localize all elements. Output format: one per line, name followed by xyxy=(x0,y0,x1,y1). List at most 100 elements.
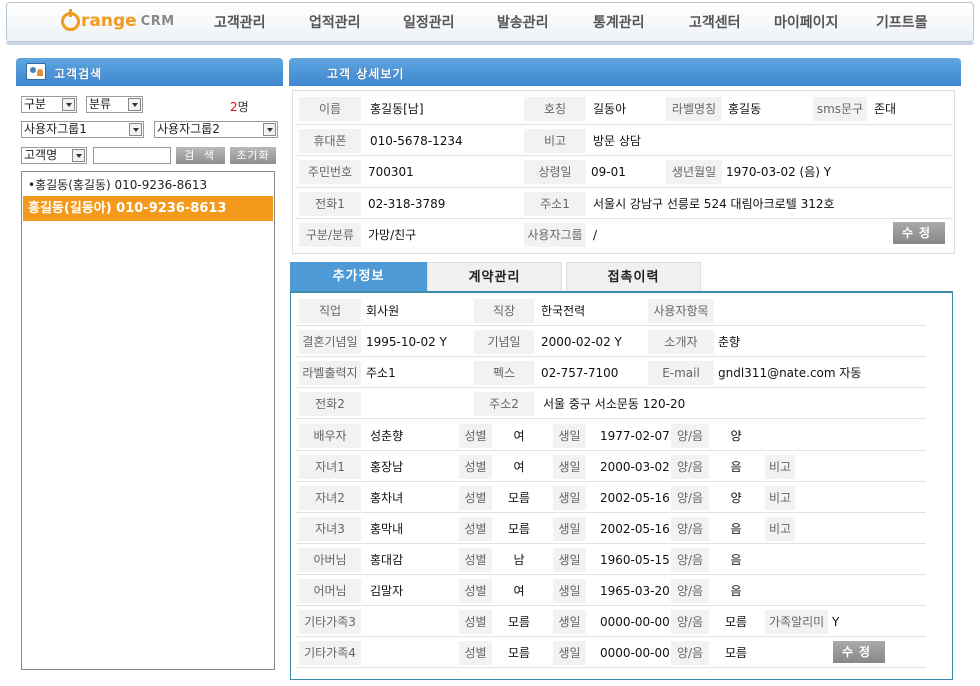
family-sex: 남 xyxy=(513,553,525,567)
result-count-number: 2 xyxy=(230,100,238,114)
email-label: E-mail xyxy=(648,361,714,385)
chevron-down-icon xyxy=(72,149,85,162)
logo-crm-text: CRM xyxy=(140,13,175,29)
family-lunar: 모름 xyxy=(724,646,748,660)
logo-text: range xyxy=(81,11,137,31)
menu-customer[interactable]: 고객관리 xyxy=(214,12,266,32)
family-sex: 모름 xyxy=(507,522,531,536)
family-lunar: 모름 xyxy=(724,615,748,629)
row-divider xyxy=(296,450,926,451)
family-sex-label: 성별 xyxy=(459,455,492,479)
menu-mypage[interactable]: 마이페이지 xyxy=(774,12,838,32)
row-divider xyxy=(296,667,926,668)
family-lunar-label: 양/음 xyxy=(671,548,709,572)
family-lunar-label: 양/음 xyxy=(671,517,709,541)
row-divider xyxy=(296,356,926,357)
family-birthday: 2002-05-16 xyxy=(600,491,670,505)
user-group2-value: 사용자그룹2 xyxy=(157,122,220,136)
family-birthday-label: 생일 xyxy=(553,610,586,634)
menu-send[interactable]: 발송관리 xyxy=(497,12,549,32)
family-sex: 여 xyxy=(513,429,525,443)
address2-value: 서울 중구 서소문동 120-20 xyxy=(543,397,686,411)
top-navigation-bar: range CRM 고객관리 업적관리 일정관리 발송관리 통계관리 고객센터 … xyxy=(6,2,974,45)
family-birthday: 1960-05-15 xyxy=(600,553,670,567)
family-lunar-label: 양/음 xyxy=(671,579,709,603)
memorial-label: 기념일 xyxy=(474,330,534,354)
family-sex-label: 성별 xyxy=(459,517,492,541)
menu-customer-center[interactable]: 고객센터 xyxy=(689,12,741,32)
menu-performance[interactable]: 업적관리 xyxy=(309,12,361,32)
user-group1-select[interactable]: 사용자그룹1 xyxy=(21,121,144,138)
family-lunar: 음 xyxy=(730,584,742,598)
menu-statistics[interactable]: 통계관리 xyxy=(593,12,645,32)
family-sex-label: 성별 xyxy=(459,641,492,665)
user-group2-select[interactable]: 사용자그룹2 xyxy=(154,121,278,138)
family-lunar: 음 xyxy=(730,522,742,536)
customer-search-header: 고객검색 xyxy=(16,58,283,86)
menu-schedule[interactable]: 일정관리 xyxy=(403,12,455,32)
family-relation: 아버님 xyxy=(299,548,361,572)
reset-button[interactable]: 초기화 xyxy=(230,147,276,164)
bunryu-select[interactable]: 분류 xyxy=(86,96,143,113)
search-input[interactable] xyxy=(93,147,171,164)
family-extra-label: 가족알리미 xyxy=(765,610,829,634)
workplace-label: 직장 xyxy=(474,299,534,323)
search-field-select[interactable]: 고객명 xyxy=(21,147,87,164)
job-label: 직업 xyxy=(299,299,361,323)
family-extra-label: 비고 xyxy=(765,517,796,541)
customer-search-title: 고객검색 xyxy=(54,67,103,81)
search-field-value: 고객명 xyxy=(24,148,58,162)
family-sex: 모름 xyxy=(507,491,531,505)
family-relation: 어머님 xyxy=(299,579,361,603)
family-birthday: 0000-00-00 xyxy=(600,615,670,629)
workplace-value: 한국전력 xyxy=(541,304,586,318)
family-birthday-label: 생일 xyxy=(553,455,586,479)
chevron-down-icon xyxy=(263,123,276,136)
search-button[interactable]: 검 색 xyxy=(176,147,225,164)
family-extra-label: 비고 xyxy=(765,455,796,479)
customer-detail-title: 고객 상세보기 xyxy=(327,67,405,81)
customer-search-icon xyxy=(26,63,46,80)
tab-extra-info[interactable]: 추가정보 xyxy=(290,262,427,292)
family-name: 홍차녀 xyxy=(370,491,404,505)
list-item[interactable]: •홍길동(홍길동) 010-9236-8613 xyxy=(28,176,207,193)
label-output-label: 라벨출력지 xyxy=(299,361,361,385)
tab-contact-history[interactable]: 접촉이력 xyxy=(566,262,701,292)
family-birthday-label: 생일 xyxy=(553,548,586,572)
orange-crm-logo[interactable]: range CRM xyxy=(61,8,175,31)
orange-logo-icon xyxy=(61,8,80,31)
family-lunar-label: 양/음 xyxy=(671,486,709,510)
wedding-value: 1995-10-02 Y xyxy=(366,335,447,349)
list-item-selected[interactable]: 홍길동(길동아) 010-9236-8613 xyxy=(23,196,273,221)
family-lunar-label: 양/음 xyxy=(671,455,709,479)
family-birthday-label: 생일 xyxy=(553,486,586,510)
family-relation: 자녀3 xyxy=(299,517,361,541)
tab-contract[interactable]: 계약관리 xyxy=(427,262,562,292)
email-value: gndl311@nate.com 자동 xyxy=(718,366,862,380)
fax-value: 02-757-7100 xyxy=(541,366,619,380)
family-relation: 자녀2 xyxy=(299,486,361,510)
family-lunar: 양 xyxy=(730,429,742,443)
result-count: 2명 xyxy=(230,98,249,115)
menu-giftmall[interactable]: 기프트몰 xyxy=(876,12,928,32)
chevron-down-icon xyxy=(129,123,142,136)
family-sex: 여 xyxy=(513,584,525,598)
row-divider xyxy=(296,605,926,606)
edit-extra-button[interactable]: 수정 xyxy=(833,641,885,663)
family-birthday-label: 생일 xyxy=(553,579,586,603)
family-extra: Y xyxy=(832,615,840,629)
gubun-select[interactable]: 구분 xyxy=(21,96,77,113)
family-sex: 모름 xyxy=(507,646,531,660)
wedding-label: 결혼기념일 xyxy=(299,330,361,354)
family-name: 김말자 xyxy=(370,584,404,598)
row-divider xyxy=(296,636,926,637)
phone2-label: 전화2 xyxy=(299,392,361,416)
family-lunar-label: 양/음 xyxy=(671,424,709,448)
family-relation: 기타가족4 xyxy=(299,641,361,665)
family-sex-label: 성별 xyxy=(459,424,492,448)
family-birthday: 1965-03-20 xyxy=(600,584,670,598)
row-divider xyxy=(296,543,926,544)
detail-frame xyxy=(292,90,955,254)
family-relation: 배우자 xyxy=(299,424,361,448)
label-output-value: 주소1 xyxy=(366,366,396,380)
